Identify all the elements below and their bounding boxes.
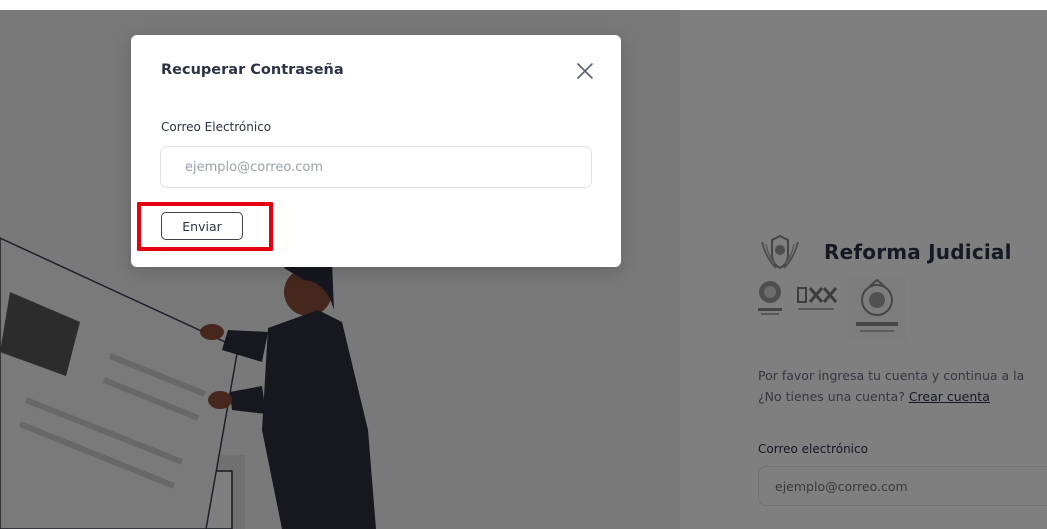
email-field-label: Correo Electrónico: [161, 120, 272, 134]
modal-title: Recuperar Contraseña: [161, 62, 344, 78]
recover-password-modal: Recuperar Contraseña Correo Electrónico …: [131, 35, 621, 267]
send-button[interactable]: Enviar: [161, 212, 243, 240]
top-strip: [0, 0, 1047, 10]
email-field[interactable]: [160, 146, 592, 188]
close-icon[interactable]: [575, 61, 595, 81]
